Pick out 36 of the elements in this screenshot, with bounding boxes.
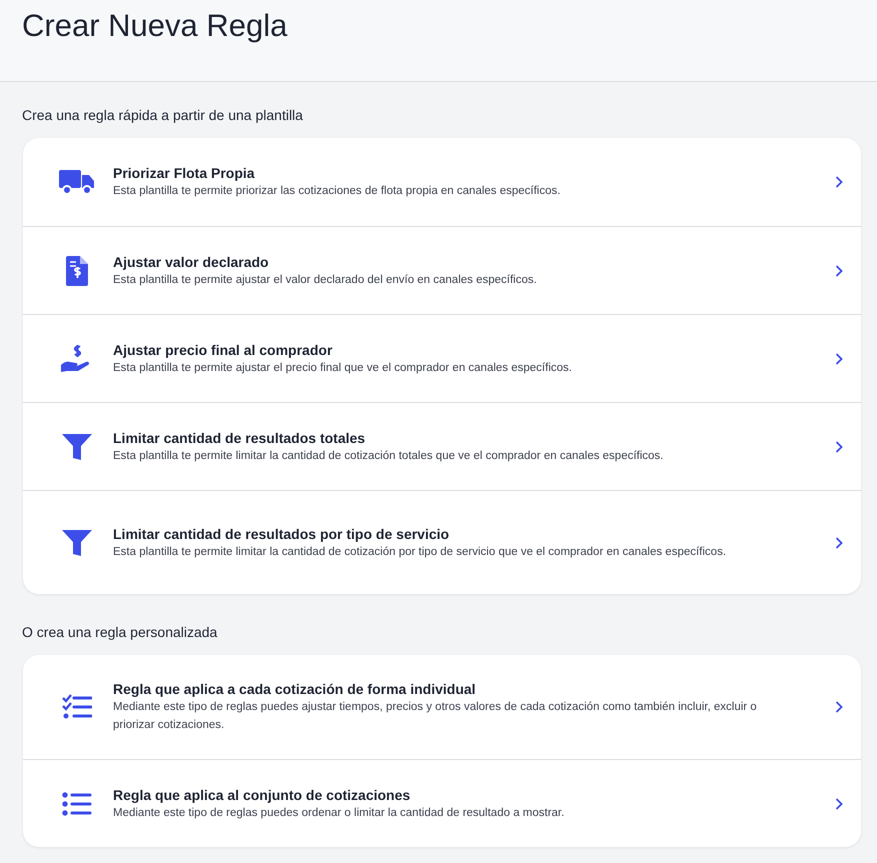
option-description: Esta plantilla te permite ajustar el precio final que ve el comprador en canales específicos. (113, 360, 573, 376)
option-description: Esta plantilla te permite priorizar las cotizaciones de flota propia en canales específicos. (113, 184, 562, 199)
option-title: Regla que aplica al conjunto de cotizaciones (113, 786, 412, 804)
funnel-icon (62, 432, 92, 460)
option-title: Limitar cantidad de resultados por tipo de servicio (113, 524, 450, 542)
option-description: Esta plantilla te permite limitar la cantidad de cotización totales que ve el comprador en canales específicos. (113, 448, 664, 464)
option-description: Esta plantilla te permite ajustar el valor declarado del envío en canales específicos. (113, 272, 538, 288)
option-title: Ajustar valor declarado (113, 252, 270, 270)
option-title: Limitar cantidad de resultados totales (113, 428, 366, 446)
option-description: Esta plantilla te permite limitar la cantidad de cotización por tipo de servicio que ve el comprador en canales específicos. (113, 544, 728, 560)
chevron-right-icon (835, 536, 843, 548)
template-option[interactable]: Ajustar precio final al comprador Esta plantilla te permite ajustar el precio final que ve el comprador en canales específicos. (23, 314, 861, 402)
chevron-right-icon (835, 176, 843, 188)
page-title: Crear Nueva Regla (22, 7, 288, 45)
template-option[interactable]: Limitar cantidad de resultados totales Esta plantilla te permite limitar la cantidad de cotización totales que ve el comprador en canales específicos. (23, 402, 861, 490)
option-description: Mediante este tipo de reglas puedes ordenar o limitar la cantidad de resultado a mostrar. (113, 806, 566, 820)
chevron-right-icon (835, 264, 843, 276)
option-title: Regla que aplica a cada cotización de forma individual (113, 680, 477, 698)
chevron-right-icon (835, 352, 843, 364)
chevron-right-icon (835, 798, 843, 810)
section-heading: O crea una regla personalizada (22, 624, 218, 640)
template-option[interactable]: Limitar cantidad de resultados por tipo de servicio Esta plantilla te permite limitar la cantidad de cotización por tipo de servicio que ve el comprador en canales específicos. (23, 490, 861, 594)
chevron-right-icon (835, 440, 843, 452)
invoice-dollar-icon (66, 256, 88, 286)
section-heading: Crea una regla rápida a partir de una plantilla (22, 107, 303, 123)
template-option[interactable]: Priorizar Flota Propia Esta plantilla te permite priorizar las cotizaciones de flota propia en canales específicos. (23, 138, 861, 226)
truck-icon (59, 168, 95, 196)
chevron-right-icon (835, 701, 843, 713)
template-option[interactable]: Regla que aplica al conjunto de cotizaciones Mediante este tipo de reglas puedes ordenar o limitar la cantidad de resultado a mostrar. (23, 759, 861, 847)
option-title: Priorizar Flota Propia (113, 164, 256, 182)
option-description: Mediante este tipo de reglas puedes ajustar tiempos, precios y otros valores de cada cotización como también incluir, excluir o priorizar cotizaciones. (113, 700, 758, 733)
funnel-icon (62, 528, 92, 556)
template-option[interactable]: Ajustar valor declarado Esta plantilla te permite ajustar el valor declarado del envío en canales específicos. (23, 226, 861, 314)
checklist-icon (62, 694, 92, 720)
option-title: Ajustar precio final al comprador (113, 340, 334, 358)
list-icon (62, 792, 92, 816)
